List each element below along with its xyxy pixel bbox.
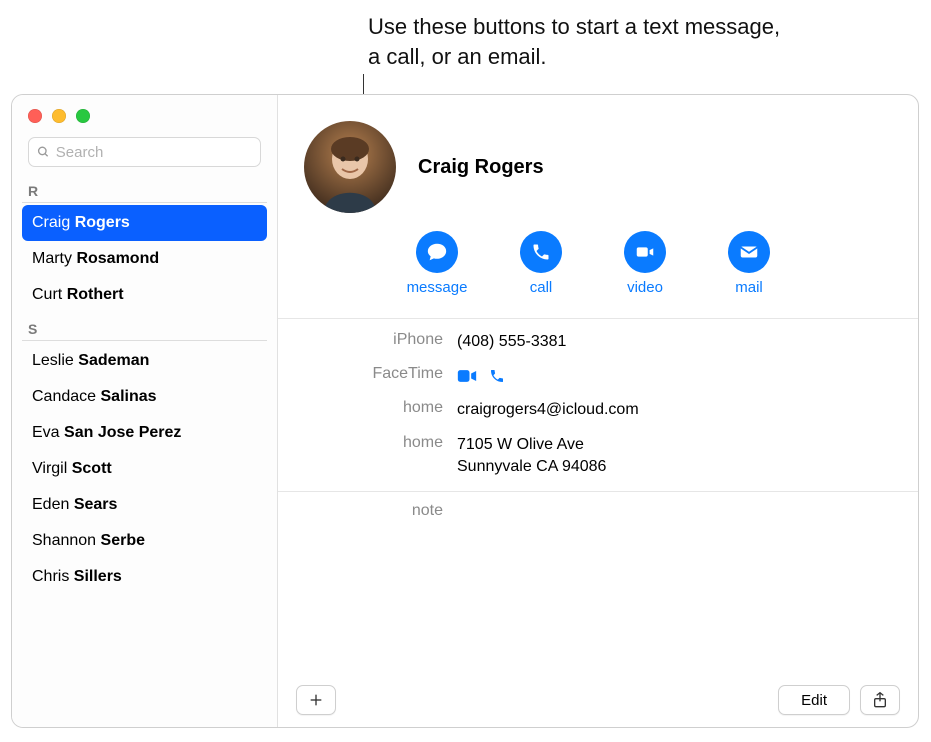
contacts-window: R Craig Rogers Marty Rosamond Curt Rothe… [11, 94, 919, 728]
video-label: video [627, 279, 663, 296]
video-icon [634, 241, 656, 263]
facetime-field[interactable]: FaceTime [278, 359, 918, 393]
list-item[interactable]: Craig Rogers [22, 205, 267, 241]
email-value: craigrogers4@icloud.com [457, 399, 639, 421]
address-line1: 7105 W Olive Ave [457, 434, 606, 456]
address-line2: Sunnyvale CA 94086 [457, 456, 606, 478]
contact-first-name: Virgil [32, 460, 67, 477]
contact-last-name: Serbe [101, 532, 145, 549]
help-caption: Use these buttons to start a text messag… [368, 12, 798, 71]
contact-first-name: Shannon [32, 532, 96, 549]
contact-last-name: San Jose Perez [64, 424, 181, 441]
share-button[interactable] [860, 685, 900, 715]
phone-label: iPhone [302, 331, 457, 349]
video-button[interactable]: video [614, 231, 676, 296]
list-item[interactable]: Leslie Sademan [22, 343, 267, 379]
call-label: call [530, 279, 553, 296]
share-icon [872, 691, 888, 709]
contact-actions: message call video mail [278, 223, 918, 318]
email-field[interactable]: home craigrogers4@icloud.com [278, 393, 918, 427]
edit-button[interactable]: Edit [778, 685, 850, 715]
address-value: 7105 W Olive Ave Sunnyvale CA 94086 [457, 434, 606, 479]
mail-button[interactable]: mail [718, 231, 780, 296]
contact-first-name: Chris [32, 568, 69, 585]
address-field[interactable]: home 7105 W Olive Ave Sunnyvale CA 94086 [278, 428, 918, 485]
contact-list: R Craig Rogers Marty Rosamond Curt Rothe… [12, 175, 277, 727]
list-item[interactable]: Curt Rothert [22, 277, 267, 313]
facetime-audio-icon[interactable] [489, 368, 505, 384]
list-item[interactable]: Candace Salinas [22, 379, 267, 415]
fullscreen-window-button[interactable] [76, 109, 90, 123]
contact-first-name: Eva [32, 424, 60, 441]
list-item[interactable]: Virgil Scott [22, 451, 267, 487]
add-contact-button[interactable] [296, 685, 336, 715]
contact-first-name: Curt [32, 286, 62, 303]
note-field[interactable]: note [278, 492, 918, 526]
contact-first-name: Eden [32, 496, 69, 513]
contact-last-name: Rogers [75, 214, 130, 231]
list-item[interactable]: Shannon Serbe [22, 523, 267, 559]
close-window-button[interactable] [28, 109, 42, 123]
minimize-window-button[interactable] [52, 109, 66, 123]
contact-first-name: Leslie [32, 352, 74, 369]
plus-icon [308, 692, 324, 708]
contact-last-name: Rothert [67, 286, 124, 303]
contact-list-sidebar: R Craig Rogers Marty Rosamond Curt Rothe… [12, 95, 278, 727]
message-label: message [407, 279, 468, 296]
contact-last-name: Rosamond [76, 250, 159, 267]
card-footer: Edit [278, 673, 918, 727]
contact-name: Craig Rogers [418, 156, 544, 179]
contact-card: Craig Rogers message call video [278, 95, 918, 727]
list-item[interactable]: Chris Sillers [22, 559, 267, 595]
message-button[interactable]: message [406, 231, 468, 296]
email-label: home [302, 399, 457, 417]
section-header: S [22, 313, 267, 341]
facetime-video-icon[interactable] [457, 369, 477, 383]
phone-value: (408) 555-3381 [457, 331, 566, 353]
section-header: R [22, 175, 267, 203]
contact-last-name: Sillers [74, 568, 122, 585]
contact-last-name: Salinas [101, 388, 157, 405]
contact-last-name: Sears [74, 496, 118, 513]
search-icon [37, 145, 50, 159]
contact-first-name: Candace [32, 388, 96, 405]
phone-field[interactable]: iPhone (408) 555-3381 [278, 325, 918, 359]
list-item[interactable]: Eva San Jose Perez [22, 415, 267, 451]
contact-first-name: Craig [32, 214, 70, 231]
address-label: home [302, 434, 457, 452]
search-input[interactable] [56, 144, 252, 161]
contact-fields: iPhone (408) 555-3381 FaceTime home crai… [278, 318, 918, 492]
contact-last-name: Sademan [78, 352, 149, 369]
list-item[interactable]: Marty Rosamond [22, 241, 267, 277]
avatar[interactable] [304, 121, 396, 213]
note-label: note [302, 502, 457, 520]
contact-first-name: Marty [32, 250, 72, 267]
message-icon [426, 241, 448, 263]
mail-label: mail [735, 279, 763, 296]
search-field[interactable] [28, 137, 261, 167]
window-controls [28, 109, 90, 123]
call-button[interactable]: call [510, 231, 572, 296]
mail-icon [738, 241, 760, 263]
facetime-label: FaceTime [302, 365, 457, 383]
contact-last-name: Scott [72, 460, 112, 477]
phone-icon [531, 242, 551, 262]
list-item[interactable]: Eden Sears [22, 487, 267, 523]
